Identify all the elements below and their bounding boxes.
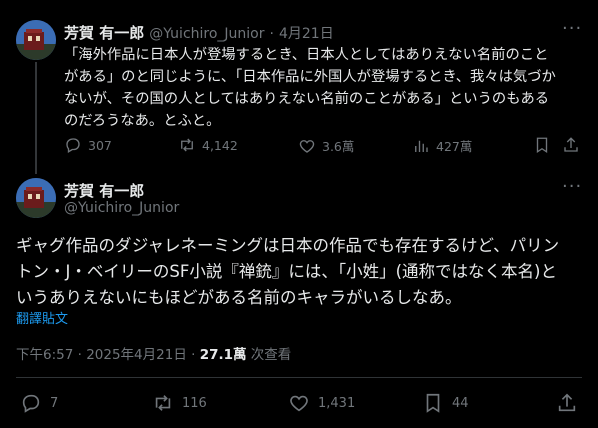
reply-button[interactable]: 307	[64, 136, 112, 154]
retweet-count: 116	[182, 395, 207, 411]
tweet-meta: 下午6:57 · 2025年4月21日 · 27.1萬 次查看	[16, 343, 291, 363]
reply-count: 307	[88, 137, 112, 153]
views-button[interactable]: 427萬	[412, 136, 472, 155]
like-button[interactable]: 3.6萬	[298, 136, 354, 155]
tweet-text-line: いうありえないにもほどがある名前のキャラがいるしなあ。	[16, 288, 462, 307]
divider	[16, 377, 582, 378]
tweet-text-line: トン・J・ベイリーのSF小説『禅銃』には、「小姓」(通称ではなく本名)と	[16, 262, 557, 281]
tweet-text-line: ギャグ作品のダジャレネーミングは日本の作品でも存在するけど、パリン	[16, 236, 560, 255]
share-icon	[564, 137, 578, 152]
avatar[interactable]	[16, 20, 56, 60]
retweet-icon	[181, 138, 193, 152]
retweet-icon	[155, 395, 171, 411]
tweet-date[interactable]: 4月21日	[279, 23, 334, 43]
tweet-text-line: がある」のと同じように、「日本作品に外国人が登場するとき、我々は気づか	[64, 69, 556, 85]
bookmark-count: 44	[452, 395, 469, 411]
retweet-count: 4,142	[202, 137, 238, 153]
avatar[interactable]	[16, 178, 56, 218]
thread-line	[35, 62, 37, 174]
tweet-text-line: ないが、その国の人としてはありえない名前のことがある」というのもある	[64, 91, 550, 107]
more-icon[interactable]: ···	[562, 176, 582, 197]
tweet-text: ギャグ作品のダジャレネーミングは日本の作品でも存在するけど、パリン トン・J・ベ…	[16, 233, 586, 311]
reply-icon	[22, 394, 40, 413]
more-icon[interactable]: ···	[562, 18, 582, 39]
bookmark-button[interactable]: 44	[422, 392, 469, 414]
tweet-header: 芳賀 有一郎 @Yuichiro_Junior · 4月21日	[64, 22, 334, 43]
share-button[interactable]	[562, 136, 580, 154]
tweet-text-line: 「海外作品に日本人が登場するとき、日本人としてはありえない名前のこと	[64, 47, 549, 63]
reply-count: 7	[50, 395, 59, 411]
tweet-text: 「海外作品に日本人が登場するとき、日本人としてはありえない名前のこと がある」の…	[64, 44, 584, 132]
heart-icon	[299, 139, 315, 153]
views-label: 次查看	[246, 347, 292, 363]
reply-icon	[66, 138, 80, 153]
bookmark-icon	[426, 393, 440, 413]
reply-button[interactable]: 7	[20, 392, 58, 414]
share-icon	[558, 393, 576, 412]
like-button[interactable]: 1,431	[288, 392, 355, 414]
retweet-button[interactable]: 4,142	[178, 136, 238, 154]
author-name[interactable]: 芳賀 有一郎	[64, 180, 144, 201]
tweet-time[interactable]: 下午6:57 · 2025年4月21日 ·	[16, 347, 200, 363]
tweet-text-line: のだろうなあ。とふと。	[64, 113, 221, 129]
bookmark-icon	[536, 137, 548, 154]
views-count: 27.1萬	[199, 347, 247, 363]
author-handle[interactable]: @Yuichiro_Junior	[149, 26, 264, 42]
translate-link[interactable]: 翻譯貼文	[16, 308, 68, 327]
heart-icon	[290, 395, 308, 412]
bookmark-button[interactable]	[533, 136, 551, 154]
like-count: 3.6萬	[322, 139, 355, 154]
separator: ·	[269, 26, 274, 42]
like-count: 1,431	[318, 395, 356, 411]
author-name[interactable]: 芳賀 有一郎	[64, 22, 144, 43]
views-count: 427萬	[436, 139, 473, 154]
views-icon	[415, 140, 428, 152]
share-button[interactable]	[556, 392, 578, 414]
author-handle[interactable]: @Yuichiro_Junior	[64, 200, 179, 216]
retweet-button[interactable]: 116	[152, 392, 207, 414]
